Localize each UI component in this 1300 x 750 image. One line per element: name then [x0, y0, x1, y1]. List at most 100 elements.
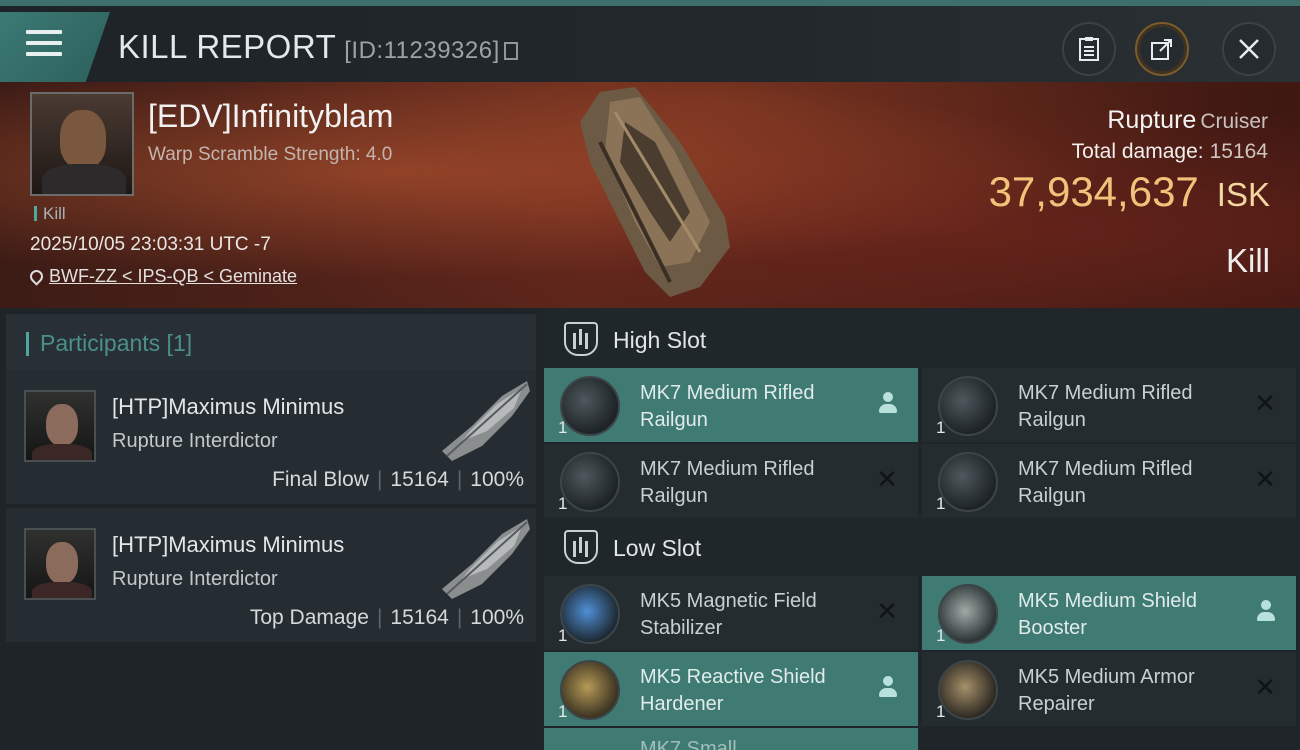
kill-datetime: 2025/10/05 23:03:31 UTC -7: [30, 234, 271, 255]
module-name: MK5 Magnetic Field Stabilizer: [640, 590, 817, 639]
railgun-icon: [938, 452, 998, 512]
close-icon: [1239, 39, 1259, 59]
participant-damage: 15164: [390, 468, 449, 491]
participant-damage: 15164: [390, 606, 449, 629]
destroyed-x-icon: ✕: [876, 596, 898, 626]
module-item[interactable]: 1 MK5 Medium Shield Booster: [922, 576, 1296, 650]
fitting-panel: High Slot 1 MK7 Medium Rifled Railgun 1 …: [540, 308, 1300, 750]
victim-summary: [EDV]Infinityblam Warp Scramble Strength…: [0, 82, 1300, 308]
high-slot-label: High Slot: [613, 327, 707, 353]
location-link[interactable]: BWF-ZZ < IPS-QB < Geminate: [49, 266, 297, 286]
high-slot-header: High Slot: [546, 310, 1298, 368]
total-damage: Total damage: 15164: [1072, 140, 1268, 164]
participant-stats: Top Damage | 15164 | 100%: [249, 606, 524, 629]
module-name: MK7 Medium Rifled Railgun: [640, 382, 815, 431]
total-damage-value: 15164: [1209, 140, 1268, 163]
participant-role: Top Damage: [249, 606, 369, 629]
page-title: KILL REPORT [ID:11239326]: [118, 28, 518, 66]
participant-percent: 100%: [470, 606, 524, 629]
participants-panel: Participants [1] [HTP]Maximus Minimus Ru…: [0, 308, 540, 750]
victim-ship-image: [580, 87, 730, 297]
kill-tag: Kill: [34, 204, 66, 224]
destroyed-x-icon: ✕: [1254, 464, 1276, 494]
victim-ship-type: Rupture Cruiser: [1107, 106, 1268, 135]
fitted-person-icon: [1256, 600, 1276, 622]
railgun-icon: [938, 376, 998, 436]
module-item[interactable]: 1 MK7 Medium Rifled Railgun ✕: [544, 444, 918, 518]
module-name: MK7 Medium Rifled Railgun: [1018, 382, 1193, 431]
participant-name[interactable]: [HTP]Maximus Minimus: [112, 394, 344, 420]
magnetic-field-stabilizer-icon: [560, 584, 620, 644]
module-item[interactable]: 1 MK7 Medium Rifled Railgun: [544, 368, 918, 442]
isk-amount: 37,934,637: [988, 168, 1199, 215]
participant-stats: Final Blow | 15164 | 100%: [272, 468, 524, 491]
participant-avatar[interactable]: [24, 390, 96, 462]
module-name: MK7 Medium Rifled Railgun: [640, 458, 815, 507]
module-quantity: 1: [558, 418, 568, 437]
high-slot-shield-icon: [564, 322, 598, 356]
total-damage-label: Total damage:: [1071, 140, 1204, 163]
module-name: MK7 Medium Rifled Railgun: [1018, 458, 1193, 507]
module-name: MK5 Medium Shield Booster: [1018, 590, 1197, 639]
low-slot-shield-icon: [564, 530, 598, 564]
module-name: MK5 Reactive Shield Hardener: [640, 666, 826, 715]
victim-ship-name: Rupture: [1107, 106, 1197, 134]
victim-portrait[interactable]: [30, 92, 134, 196]
isk-value: 37,934,637 ISK: [989, 168, 1270, 216]
participants-header: Participants [1]: [6, 314, 536, 372]
railgun-icon: [560, 376, 620, 436]
close-button[interactable]: [1222, 22, 1276, 76]
kill-location[interactable]: BWF-ZZ < IPS-QB < Geminate: [27, 266, 297, 287]
clipboard-button[interactable]: [1062, 22, 1116, 76]
page-title-text: KILL REPORT: [118, 28, 337, 65]
module-quantity: 1: [936, 494, 946, 513]
module-quantity: 1: [558, 494, 568, 513]
participants-title: Participants [1]: [40, 330, 193, 356]
destroyed-x-icon: ✕: [1254, 388, 1276, 418]
participant-avatar[interactable]: [24, 528, 96, 600]
module-item[interactable]: 1 MK7 Medium Rifled Railgun ✕: [922, 368, 1296, 442]
railgun-icon: [560, 452, 620, 512]
fitted-person-icon: [878, 676, 898, 698]
module-quantity: 1: [936, 626, 946, 645]
clipboard-icon: [1079, 37, 1099, 61]
share-icon: [1151, 39, 1172, 60]
victim-name[interactable]: [EDV]Infinityblam: [148, 98, 393, 135]
low-slot-header: Low Slot: [546, 518, 1298, 576]
destroyed-x-icon: ✕: [876, 464, 898, 494]
participant-ship: Rupture Interdictor: [112, 568, 278, 590]
module-quantity: 1: [558, 626, 568, 645]
participant-percent: 100%: [470, 468, 524, 491]
copy-icon[interactable]: [503, 42, 518, 60]
module-name: MK5 Medium Armor Repairer: [1018, 666, 1195, 715]
participant-role: Final Blow: [272, 468, 369, 491]
isk-unit: ISK: [1216, 176, 1270, 213]
menu-button[interactable]: [0, 12, 110, 82]
shield-booster-icon: [938, 584, 998, 644]
module-quantity: 1: [936, 418, 946, 437]
kill-id: [ID:11239326]: [344, 37, 500, 64]
participant-ship: Rupture Interdictor: [112, 430, 278, 452]
participant-card[interactable]: [HTP]Maximus Minimus Rupture Interdictor…: [6, 508, 536, 642]
shield-hardener-icon: [560, 660, 620, 720]
kill-result: Kill: [1225, 242, 1270, 279]
participant-card[interactable]: [HTP]Maximus Minimus Rupture Interdictor…: [6, 370, 536, 504]
location-pin-icon: [27, 267, 46, 286]
title-bar: KILL REPORT [ID:11239326]: [0, 0, 1300, 82]
module-item[interactable]: 1 MK5 Medium Armor Repairer ✕: [922, 652, 1296, 726]
low-slot-label: Low Slot: [613, 535, 702, 561]
warp-scramble-strength: Warp Scramble Strength: 4.0: [148, 144, 393, 165]
armor-repairer-icon: [938, 660, 998, 720]
hamburger-icon: [26, 30, 62, 63]
module-item[interactable]: 1 MK5 Magnetic Field Stabilizer ✕: [544, 576, 918, 650]
share-button[interactable]: [1135, 22, 1189, 76]
fitted-person-icon: [878, 392, 898, 414]
participant-name[interactable]: [HTP]Maximus Minimus: [112, 532, 344, 558]
destroyed-x-icon: ✕: [1254, 672, 1276, 702]
module-quantity: 1: [936, 702, 946, 721]
module-name: MK7 Small: [640, 738, 737, 750]
module-item[interactable]: 1 MK5 Reactive Shield Hardener: [544, 652, 918, 726]
module-item[interactable]: MK7 Small: [544, 728, 918, 750]
participant-ship-image: [442, 519, 530, 599]
module-item[interactable]: 1 MK7 Medium Rifled Railgun ✕: [922, 444, 1296, 518]
